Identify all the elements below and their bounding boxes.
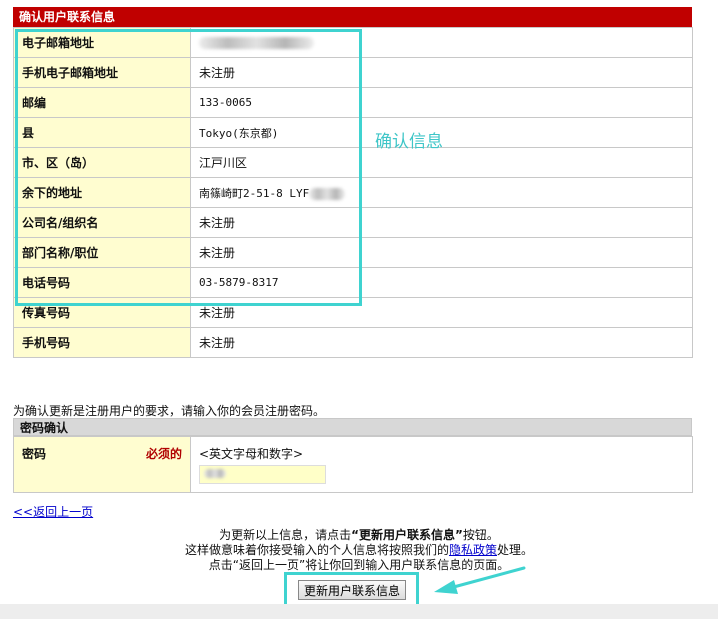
table-row: 密码 必须的 <英文字母和数字> <box>13 436 693 493</box>
table-row: 余下的地址 南篠崎町2-51-8 LYF <box>13 177 693 208</box>
table-row: 电话号码 03-5879-8317 <box>13 267 693 298</box>
row-value: 未注册 <box>190 327 693 358</box>
redacted-email <box>199 37 314 49</box>
instruction-line-1: 为更新以上信息，请点击“更新用户联系信息”按钮。 <box>219 528 499 542</box>
redacted-address <box>309 187 346 200</box>
row-label: 电子邮箱地址 <box>13 27 191 58</box>
row-value: 133-0065 <box>190 87 693 118</box>
row-label: 手机号码 <box>13 327 191 358</box>
table-row: 手机号码 未注册 <box>13 327 693 358</box>
row-label: 传真号码 <box>13 297 191 328</box>
password-section-header: 密码确认 <box>13 418 692 436</box>
instruction-line-3: 点击“返回上一页”将让你回到输入用户联系信息的页面。 <box>208 558 510 572</box>
redacted-password <box>204 469 226 478</box>
update-contact-button[interactable]: 更新用户联系信息 <box>298 580 406 600</box>
table-row: 县 Tokyo(东京都) <box>13 117 693 148</box>
row-value: 南篠崎町2-51-8 LYF <box>199 186 310 200</box>
row-value: 03-5879-8317 <box>190 267 693 298</box>
required-badge: 必须的 <box>145 447 182 461</box>
password-table: 密码 必须的 <英文字母和数字> <box>13 436 693 493</box>
row-label: 电话号码 <box>13 267 191 298</box>
password-note: 为确认更新是注册用户的要求，请输入你的会员注册密码。 <box>13 404 326 418</box>
row-label: 余下的地址 <box>13 177 191 208</box>
table-row: 邮编 133-0065 <box>13 87 693 118</box>
contact-info-table: 电子邮箱地址 手机电子邮箱地址 未注册 邮编 133-0065 县 Tokyo(… <box>13 27 693 358</box>
row-value: 未注册 <box>190 237 693 268</box>
password-label-cell: 密码 必须的 <box>13 436 191 493</box>
password-label: 密码 <box>22 447 47 461</box>
row-label: 县 <box>13 117 191 148</box>
password-input[interactable] <box>199 465 326 484</box>
table-row: 公司名/组织名 未注册 <box>13 207 693 238</box>
table-row: 传真号码 未注册 <box>13 297 693 328</box>
row-value: 未注册 <box>190 297 693 328</box>
instruction-line-2: 这样做意味着你接受输入的个人信息将按照我们的隐私政策处理。 <box>184 543 534 557</box>
privacy-policy-link[interactable]: 隐私政策 <box>449 543 497 557</box>
row-value: 未注册 <box>190 57 693 88</box>
table-row: 手机电子邮箱地址 未注册 <box>13 57 693 88</box>
table-row: 市、区（岛） 江戸川区 <box>13 147 693 178</box>
row-label: 手机电子邮箱地址 <box>13 57 191 88</box>
row-value: 江戸川区 <box>190 147 693 178</box>
footer-band <box>0 604 718 619</box>
table-row: 部门名称/职位 未注册 <box>13 237 693 268</box>
address-value: 南篠崎町2-51-8 LYF <box>190 177 693 208</box>
table-row: 电子邮箱地址 <box>13 27 693 58</box>
row-label: 市、区（岛） <box>13 147 191 178</box>
password-input-cell: <英文字母和数字> <box>190 436 693 493</box>
section-header: 确认用户联系信息 <box>13 7 692 27</box>
annotation-arrow-icon <box>434 566 526 594</box>
annotation-label: 确认信息 <box>375 132 443 152</box>
row-label: 邮编 <box>13 87 191 118</box>
back-link[interactable]: <<返回上一页 <box>13 503 93 520</box>
email-value <box>190 27 693 58</box>
row-value: 未注册 <box>190 207 693 238</box>
row-label: 公司名/组织名 <box>13 207 191 238</box>
row-label: 部门名称/职位 <box>13 237 191 268</box>
password-hint: <英文字母和数字> <box>199 447 304 461</box>
